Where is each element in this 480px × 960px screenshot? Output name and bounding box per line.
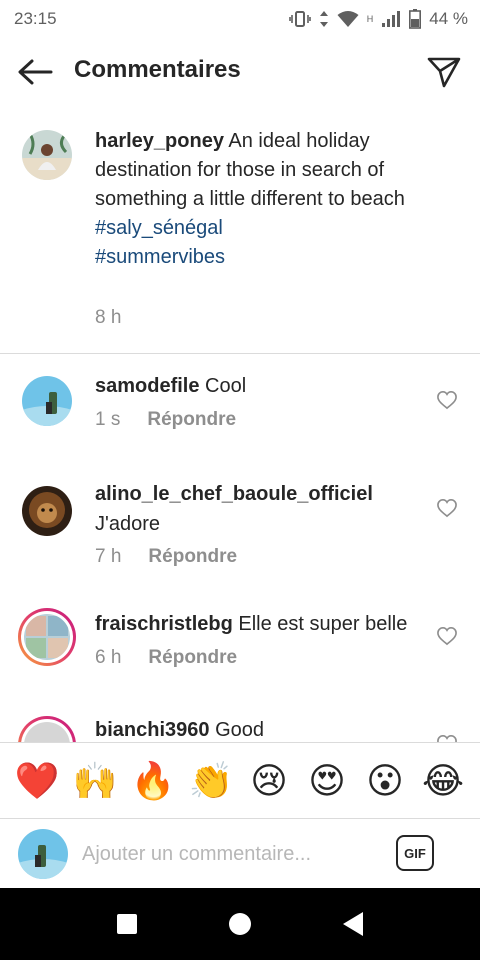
- system-back-button[interactable]: [333, 904, 373, 944]
- paper-plane-icon: [427, 57, 461, 88]
- emoji-heart-eyes[interactable]: 😍: [302, 761, 352, 802]
- avatar[interactable]: [22, 376, 72, 426]
- avatar-story-ring[interactable]: [18, 608, 76, 666]
- comment-username[interactable]: fraischristlebg: [95, 613, 233, 635]
- home-button[interactable]: [220, 904, 260, 944]
- square-icon: [116, 914, 137, 934]
- comment-item: bianchi3960 Good: [0, 706, 480, 742]
- heart-icon[interactable]: [436, 734, 458, 742]
- caption-username[interactable]: harley_poney: [95, 130, 224, 152]
- comment-item: fraischristlebg Elle est super belle 6 h…: [0, 594, 480, 706]
- comment-timestamp: 1 s: [95, 409, 121, 430]
- gif-button[interactable]: GIF: [396, 835, 434, 871]
- network-type: H: [366, 14, 374, 24]
- vibrate-icon: [288, 11, 311, 27]
- emoji-surprised-face[interactable]: 😮: [360, 761, 410, 802]
- comment-username[interactable]: bianchi3960: [95, 719, 210, 741]
- comment-text: fraischristlebg Elle est super belle: [95, 610, 435, 638]
- comment-meta: 7 h Répondre: [95, 546, 237, 568]
- comment-item: samodefile Cool 1 s Répondre: [0, 354, 480, 464]
- comment-timestamp: 6 h: [95, 647, 122, 668]
- data-arrows-icon: [319, 11, 328, 27]
- emoji-bar: ❤️ 🙌 🔥 👏 😢 😍 😮 😂: [0, 742, 480, 820]
- reply-button[interactable]: Répondre: [147, 409, 236, 431]
- comment-meta: 1 s Répondre: [95, 409, 236, 431]
- comment-input[interactable]: [82, 839, 372, 869]
- comment-body: Cool: [205, 375, 247, 397]
- comment-body: J'adore: [95, 513, 160, 535]
- heart-icon[interactable]: [436, 498, 458, 518]
- battery-icon: [409, 9, 422, 29]
- emoji-crying-face[interactable]: 😢: [244, 761, 294, 802]
- back-button[interactable]: [16, 54, 54, 90]
- emoji-raising-hands[interactable]: 🙌: [70, 761, 120, 802]
- status-icons: H 44 %: [288, 9, 468, 29]
- caption-text: harley_poney An ideal holiday destinatio…: [95, 127, 450, 272]
- avatar[interactable]: [22, 486, 72, 536]
- comment-username[interactable]: alino_le_chef_baoule_officiel: [95, 480, 415, 508]
- share-button[interactable]: [426, 54, 462, 90]
- comment-timestamp: 7 h: [95, 546, 122, 567]
- emoji-fire[interactable]: 🔥: [128, 761, 178, 802]
- comment-text: alino_le_chef_baoule_officiel J'adore: [95, 480, 415, 538]
- header: Commentaires: [0, 38, 480, 106]
- comment-body: Good: [215, 719, 265, 741]
- circle-icon: [228, 913, 251, 935]
- status-bar: 23:15 H 44 %: [0, 0, 480, 38]
- system-nav-bar: [0, 888, 480, 960]
- comment-text: samodefile Cool: [95, 372, 415, 400]
- caption-timestamp: 8 h: [95, 307, 122, 328]
- emoji-clapping-hands[interactable]: 👏: [186, 761, 236, 802]
- comment-username[interactable]: samodefile: [95, 375, 199, 397]
- emoji-tears-of-joy[interactable]: 😂: [418, 761, 468, 802]
- signal-icon: [382, 11, 401, 27]
- avatar-story-ring[interactable]: [18, 716, 76, 742]
- comment-text: bianchi3960 Good: [95, 716, 415, 742]
- recents-button[interactable]: [107, 904, 147, 944]
- reply-button[interactable]: Répondre: [148, 647, 237, 669]
- heart-icon[interactable]: [436, 390, 458, 410]
- hashtag-link[interactable]: #summervibes: [95, 243, 450, 272]
- status-time: 23:15: [14, 9, 57, 28]
- comment-item: alino_le_chef_baoule_officiel J'adore 7 …: [0, 464, 480, 594]
- battery-level: 44 %: [429, 9, 468, 28]
- post-caption: harley_poney An ideal holiday destinatio…: [0, 118, 480, 354]
- current-user-avatar: [18, 829, 68, 879]
- heart-icon[interactable]: [436, 626, 458, 646]
- hashtag-link[interactable]: #saly_sénégal: [95, 214, 450, 243]
- arrow-left-icon: [18, 59, 53, 85]
- comment-composer: GIF: [0, 818, 480, 888]
- avatar[interactable]: [22, 130, 72, 180]
- triangle-back-icon: [343, 912, 364, 936]
- reply-button[interactable]: Répondre: [148, 546, 237, 568]
- wifi-icon: [337, 11, 359, 27]
- page-title: Commentaires: [74, 56, 241, 83]
- comment-meta: 6 h Répondre: [95, 647, 237, 669]
- emoji-red-heart[interactable]: ❤️: [12, 761, 62, 802]
- comment-body: Elle est super belle: [238, 613, 408, 635]
